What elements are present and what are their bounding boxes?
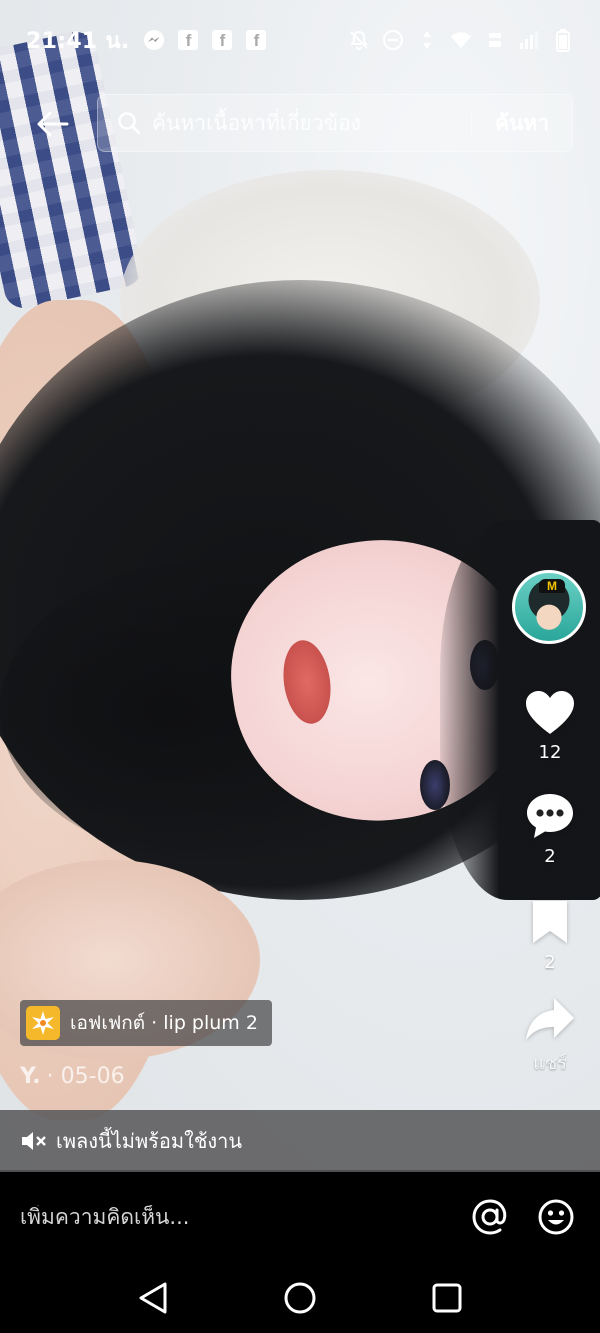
messenger-icon — [143, 29, 165, 51]
post-date: · 05-06 — [46, 1064, 125, 1089]
square-recents-icon — [432, 1283, 462, 1312]
effect-label: เอฟเฟกต์ · lip plum 2 — [70, 1012, 258, 1034]
author-name[interactable]: Y. — [20, 1064, 41, 1089]
video-player[interactable] — [0, 0, 600, 1170]
avatar-cap-logo: M — [539, 579, 565, 593]
bookmark-icon — [533, 901, 567, 943]
music-unavailable-text: เพลงนี้ไม่พร้อมใช้งาน — [56, 1129, 243, 1153]
nav-back-button[interactable] — [123, 1268, 183, 1328]
triangle-back-icon — [139, 1282, 167, 1313]
arrow-left-icon — [37, 111, 69, 137]
facebook-icon: f — [177, 29, 199, 51]
like-count: 12 — [538, 742, 562, 763]
battery-icon — [552, 29, 574, 52]
nav-home-button[interactable] — [270, 1268, 330, 1328]
wifi-icon — [450, 29, 472, 51]
comment-bubble-icon — [527, 794, 573, 838]
smiley-icon — [538, 1199, 574, 1235]
sparkle-effect-icon — [26, 1006, 60, 1040]
comment-bar — [0, 1172, 600, 1262]
nav-recents-button[interactable] — [417, 1268, 477, 1328]
data-arrows-icon — [416, 29, 438, 51]
search-button[interactable]: ค้นหา — [472, 107, 572, 140]
music-banner: เพลงนี้ไม่พร้อมใช้งาน — [0, 1110, 600, 1172]
heart-icon — [526, 691, 574, 734]
status-time: 21:41 น. — [26, 28, 130, 54]
system-nav-bar — [0, 1262, 600, 1333]
comment-button[interactable]: 2 — [514, 792, 586, 867]
emoji-button[interactable] — [532, 1193, 580, 1241]
signal-icon — [518, 29, 540, 51]
notification-icons: f f f — [143, 29, 267, 51]
post-caption[interactable]: Y. · 05-06 — [20, 1064, 125, 1089]
volte-icon — [484, 29, 506, 51]
search-input[interactable] — [152, 103, 471, 143]
comment-count: 2 — [544, 846, 556, 867]
speaker-muted-icon — [22, 1132, 46, 1150]
facebook-icon: f — [245, 29, 267, 51]
mention-button[interactable] — [466, 1193, 514, 1241]
save-button[interactable]: 2 — [514, 898, 586, 973]
share-label: แชร์ — [533, 1053, 567, 1074]
share-button[interactable]: แชร์ — [514, 996, 586, 1077]
creator-avatar[interactable]: M — [512, 570, 586, 644]
share-arrow-icon — [526, 998, 574, 1040]
do-not-disturb-icon — [382, 29, 404, 51]
status-bar: 21:41 น. f f f — [0, 22, 600, 58]
back-button[interactable] — [30, 102, 74, 146]
search-icon — [118, 112, 141, 135]
facebook-icon: f — [211, 29, 233, 51]
video-frame-plaid — [0, 28, 146, 312]
circle-home-icon — [284, 1282, 316, 1313]
system-icons — [348, 29, 574, 52]
at-sign-icon — [472, 1199, 507, 1235]
effect-tag[interactable]: เอฟเฟกต์ · lip plum 2 — [20, 1000, 272, 1046]
bell-off-icon — [348, 29, 370, 51]
like-button[interactable]: 12 — [514, 690, 586, 763]
search-bar[interactable]: ค้นหา — [97, 94, 573, 152]
save-count: 2 — [544, 952, 556, 973]
comment-input[interactable] — [20, 1205, 448, 1229]
